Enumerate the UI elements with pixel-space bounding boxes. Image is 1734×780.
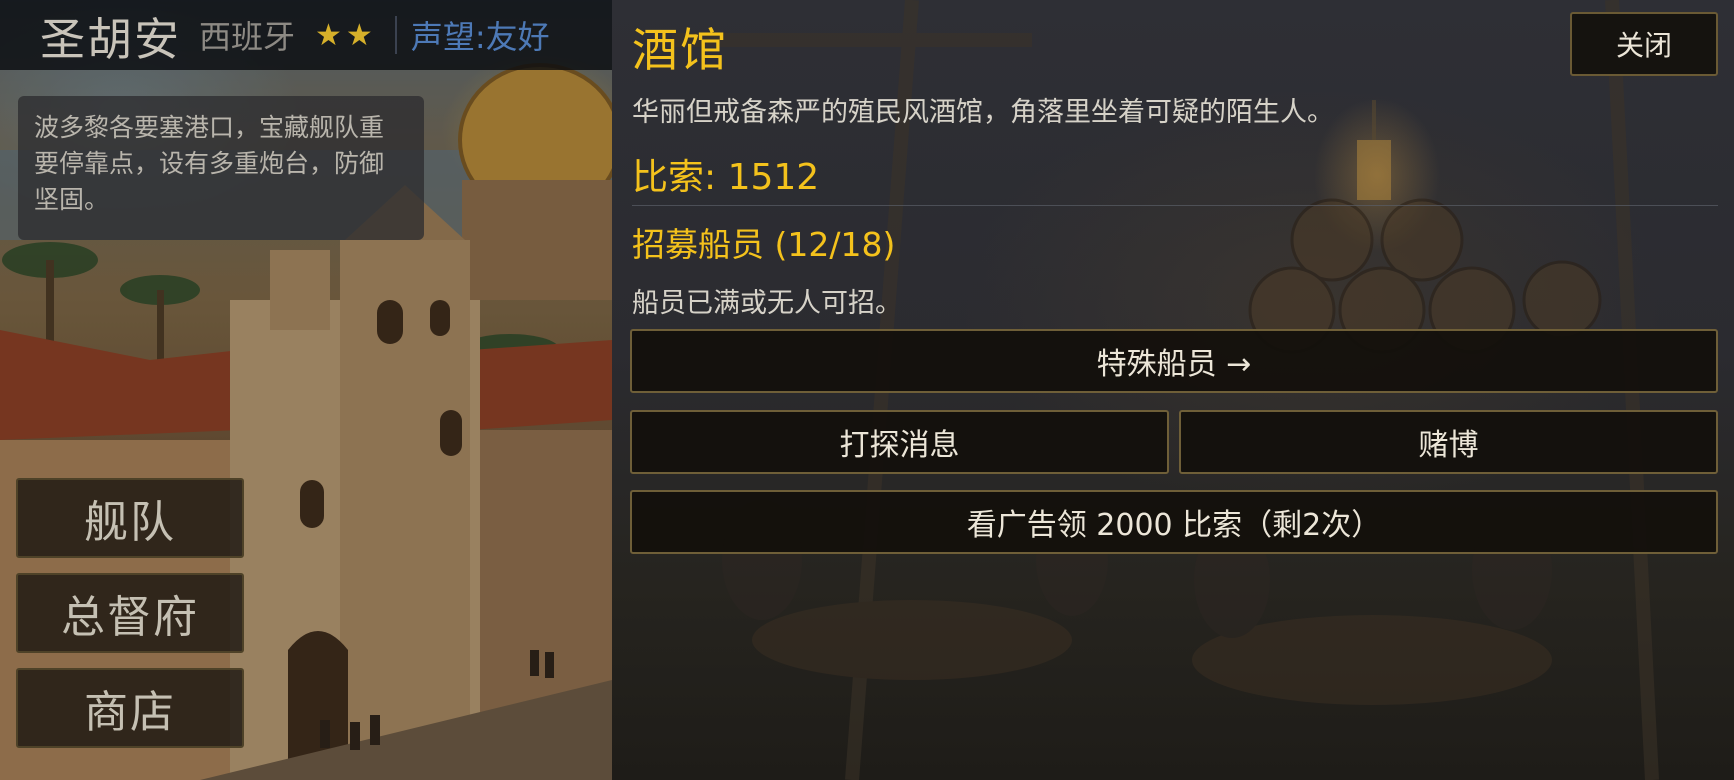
town-panel: 圣胡安 西班牙 ★★ 声望:友好 波多黎各要塞港口，宝藏舰队重要停靠点，设有多重… xyxy=(0,0,612,780)
town-description-box: 波多黎各要塞港口，宝藏舰队重要停靠点，设有多重炮台，防御坚固。 xyxy=(18,96,424,240)
recruit-crew-title: 招募船员 (12/18) xyxy=(632,225,896,264)
section-divider xyxy=(632,205,1718,206)
recruit-status-text: 船员已满或无人可招。 xyxy=(632,288,902,319)
tavern-title: 酒馆 xyxy=(632,23,728,77)
tavern-description: 华丽但戒备森严的殖民风酒馆，角落里坐着可疑的陌生人。 xyxy=(632,97,1334,128)
fleet-button[interactable]: 舰队 xyxy=(16,478,244,558)
tavern-panel: 酒馆 关闭 华丽但戒备森严的殖民风酒馆，角落里坐着可疑的陌生人。 比索: 151… xyxy=(612,0,1734,780)
governor-button[interactable]: 总督府 xyxy=(16,573,244,653)
close-button[interactable]: 关闭 xyxy=(1570,12,1718,76)
watch-ad-reward-button[interactable]: 看广告领 2000 比索（剩2次） xyxy=(630,490,1718,554)
header-divider xyxy=(394,16,397,54)
town-nation: 西班牙 xyxy=(199,18,296,56)
town-description: 波多黎各要塞港口，宝藏舰队重要停靠点，设有多重炮台，防御坚固。 xyxy=(34,113,385,214)
shop-button[interactable]: 商店 xyxy=(16,668,244,748)
town-header: 圣胡安 西班牙 ★★ 声望:友好 xyxy=(0,0,612,70)
gossip-button[interactable]: 打探消息 xyxy=(630,410,1169,474)
special-crew-button[interactable]: 特殊船员 → xyxy=(630,329,1718,393)
gold-amount: 比索: 1512 xyxy=(632,157,820,198)
town-name: 圣胡安 xyxy=(40,12,182,66)
gamble-button[interactable]: 赌博 xyxy=(1179,410,1718,474)
town-reputation: 声望:友好 xyxy=(410,18,550,56)
town-rating-stars: ★★ xyxy=(315,17,377,53)
